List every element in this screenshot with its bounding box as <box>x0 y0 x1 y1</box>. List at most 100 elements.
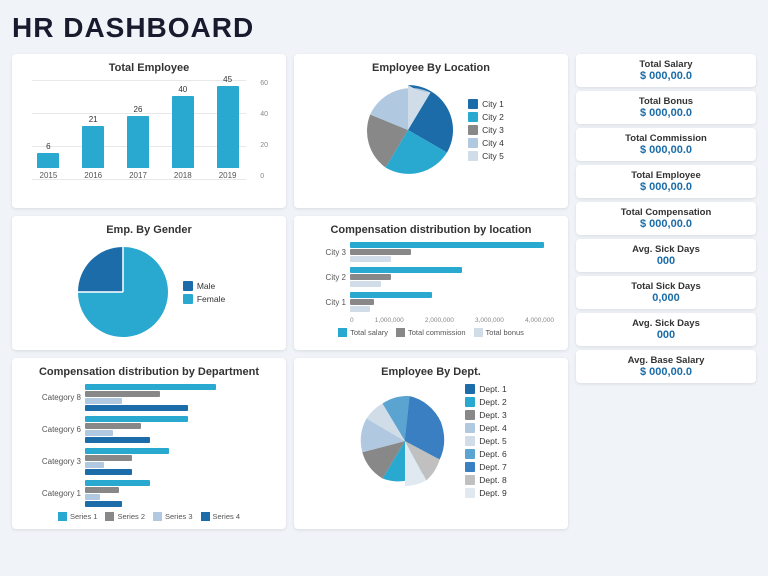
bar-2017 <box>127 116 149 168</box>
hbar-city1-commission <box>350 299 374 305</box>
legend-total-commission-icon <box>396 328 405 337</box>
comp-location-hbar: City 3 City 2 City 1 <box>304 242 558 337</box>
hbar-city3-salary <box>350 242 544 248</box>
legend-series1: Series 1 <box>58 512 98 521</box>
compensation-by-location-card: Compensation distribution by location Ci… <box>294 216 568 350</box>
hbar-cat6-s4 <box>85 437 150 443</box>
pie-location-legend: City 1 City 2 City 3 City 4 City 5 <box>468 99 504 161</box>
main-grid: Total Employee 60 40 20 0 6 2015 <box>12 54 756 529</box>
stat-total-compensation: Total Compensation $ 000,00.0 <box>576 202 756 235</box>
total-employee-card: Total Employee 60 40 20 0 6 2015 <box>12 54 286 208</box>
pie-dept-container: Dept. 1 Dept. 2 Dept. 3 Dept. 4 Dept. 5 <box>304 384 558 498</box>
bar-group-2018: 40 2018 <box>166 85 199 180</box>
legend-series2: Series 2 <box>105 512 145 521</box>
legend-dept2: Dept. 2 <box>465 397 506 407</box>
bar-2015 <box>37 153 59 168</box>
stat-total-sick-days: Total Sick Days 0,000 <box>576 276 756 309</box>
legend-city4: City 4 <box>468 138 504 148</box>
legend-male: Male <box>183 281 225 291</box>
legend-city5-dot <box>468 151 478 161</box>
hbar-bars-cat6 <box>85 416 272 443</box>
pie-location-chart <box>358 80 458 180</box>
hbar-cat6-s1 <box>85 416 188 422</box>
employee-by-location-title: Employee By Location <box>304 62 558 74</box>
legend-female-dot <box>183 294 193 304</box>
hbar-bars-city1 <box>350 292 554 312</box>
stat-total-bonus: Total Bonus $ 000,00.0 <box>576 91 756 124</box>
stat-avg-base-salary: Avg. Base Salary $ 000,00.0 <box>576 350 756 383</box>
hbar-row-cat3: Category 3 <box>26 448 272 475</box>
legend-dept3: Dept. 3 <box>465 410 506 420</box>
hbar-cat1-s1 <box>85 480 150 486</box>
legend-total-bonus: Total bonus <box>474 328 524 337</box>
hbar-bars-city3 <box>350 242 554 262</box>
hbar-cat8-s4 <box>85 405 188 411</box>
hbar-row-city2: City 2 <box>308 267 554 287</box>
hbar-city1-bonus <box>350 306 370 312</box>
stat-avg-sick-days-2: Avg. Sick Days 000 <box>576 313 756 346</box>
pie-gender-chart <box>73 242 173 342</box>
emp-by-gender-title: Emp. By Gender <box>22 224 276 236</box>
legend-male-dot <box>183 281 193 291</box>
hbar-bars-cat3 <box>85 448 272 475</box>
hbar-bars-cat1 <box>85 480 272 507</box>
compensation-by-dept-card: Compensation distribution by Department … <box>12 358 286 529</box>
hbar-row-cat6: Category 6 <box>26 416 272 443</box>
employee-by-dept-card: Employee By Dept. <box>294 358 568 529</box>
legend-dept5: Dept. 5 <box>465 436 506 446</box>
hbar-bars-city2 <box>350 267 554 287</box>
hbar-city3-bonus <box>350 256 391 262</box>
hbar-cat3-s3 <box>85 462 104 468</box>
hbar-cat3-s4 <box>85 469 132 475</box>
compensation-by-dept-title: Compensation distribution by Department <box>22 366 276 378</box>
hbar-cat6-s2 <box>85 423 141 429</box>
dashboard-title: HR DASHBOARD <box>12 12 756 44</box>
hbar-cat6-s3 <box>85 430 113 436</box>
pie-gender-legend: Male Female <box>183 281 225 304</box>
employee-by-dept-title: Employee By Dept. <box>304 366 558 378</box>
stat-total-employee: Total Employee $ 000,00.0 <box>576 165 756 198</box>
legend-city3-dot <box>468 125 478 135</box>
legend-series3-icon <box>153 512 162 521</box>
compensation-by-location-title: Compensation distribution by location <box>304 224 558 236</box>
legend-dept9: Dept. 9 <box>465 488 506 498</box>
hbar-cat3-s2 <box>85 455 132 461</box>
stat-avg-sick-days-1: Avg. Sick Days 000 <box>576 239 756 272</box>
legend-series4: Series 4 <box>201 512 241 521</box>
legend-series2-icon <box>105 512 114 521</box>
bar-group-2015: 6 2015 <box>32 142 65 180</box>
hbar-cat1-s2 <box>85 487 119 493</box>
legend-city1: City 1 <box>468 99 504 109</box>
hbar-bars-cat8 <box>85 384 272 411</box>
legend-total-salary-icon <box>338 328 347 337</box>
bar-group-2019: 45 2019 <box>211 75 244 180</box>
bar-2016 <box>82 126 104 168</box>
pie-location-container: City 1 City 2 City 3 City 4 City 5 <box>304 80 558 180</box>
hbar-cat3-s1 <box>85 448 169 454</box>
comp-dept-legend: Series 1 Series 2 Series 3 Series 4 <box>26 512 272 521</box>
comp-location-legend: Total salary Total commission Total bonu… <box>308 328 554 337</box>
bar-2019 <box>217 86 239 168</box>
total-employee-title: Total Employee <box>22 62 276 74</box>
legend-series3: Series 3 <box>153 512 193 521</box>
stat-total-commission: Total Commission $ 000,00.0 <box>576 128 756 161</box>
hbar-row-city3: City 3 <box>308 242 554 262</box>
stats-column: Total Salary $ 000,00.0 Total Bonus $ 00… <box>576 54 756 529</box>
legend-city2-dot <box>468 112 478 122</box>
hbar-row-cat8: Category 8 <box>26 384 272 411</box>
legend-dept6: Dept. 6 <box>465 449 506 459</box>
hbar-city2-salary <box>350 267 462 273</box>
bar-group-2017: 26 2017 <box>122 105 155 180</box>
bar-group-2016: 21 2016 <box>77 115 110 180</box>
hbar-cat8-s3 <box>85 398 122 404</box>
legend-dept4: Dept. 4 <box>465 423 506 433</box>
hbar-x-axis: 0 1,000,000 2,000,000 3,000,000 4,000,00… <box>350 317 554 324</box>
legend-female: Female <box>183 294 225 304</box>
legend-city2: City 2 <box>468 112 504 122</box>
hbar-cat1-s4 <box>85 501 122 507</box>
hbar-cat8-s2 <box>85 391 160 397</box>
employee-by-location-card: Employee By Location City 1 <box>294 54 568 208</box>
legend-city1-dot <box>468 99 478 109</box>
hbar-cat8-s1 <box>85 384 216 390</box>
comp-dept-hbar: Category 8 Category 6 <box>22 384 276 521</box>
